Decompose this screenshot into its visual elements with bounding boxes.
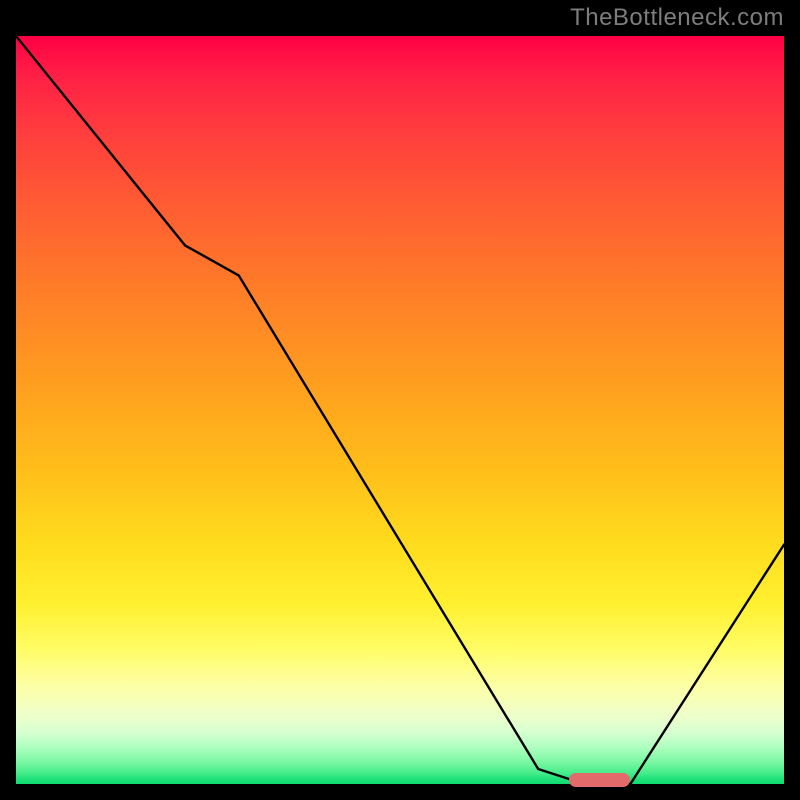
watermark-text: TheBottleneck.com [570, 4, 784, 32]
plot-area [16, 36, 784, 784]
bottleneck-curve [16, 36, 784, 784]
optimal-marker [569, 773, 630, 787]
